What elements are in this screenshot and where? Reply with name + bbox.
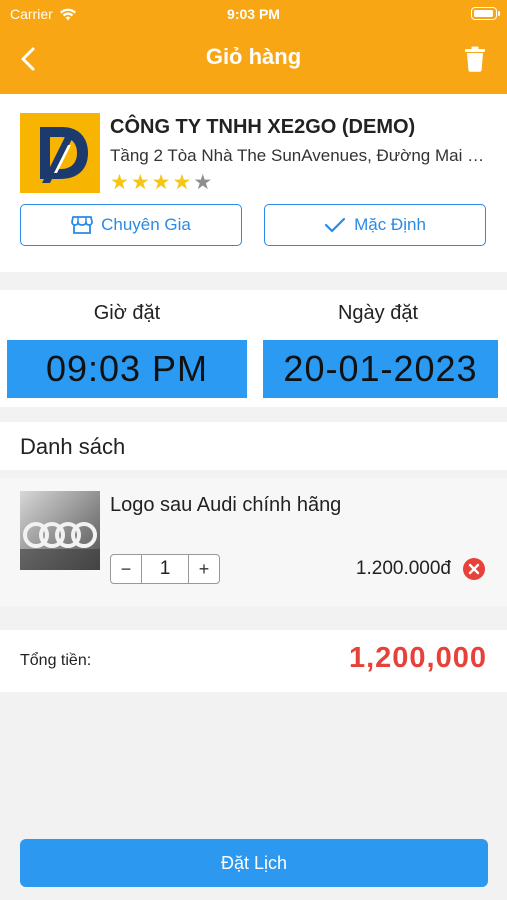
status-time: 9:03 PM xyxy=(227,6,280,22)
app-header: Carrier 9:03 PM Giỏ hàng xyxy=(0,0,507,94)
increase-quantity-button[interactable]: + xyxy=(189,555,219,583)
shop-name: CÔNG TY TNHH XE2GO (DEMO) xyxy=(110,116,416,138)
quantity-value[interactable]: 1 xyxy=(141,555,189,583)
product-name: Logo sau Audi chính hãng xyxy=(110,494,342,516)
store-icon xyxy=(71,216,94,234)
total-value: 1,200,000 xyxy=(348,642,487,674)
shop-logo-graphic xyxy=(20,113,100,193)
shop-logo xyxy=(20,113,100,193)
list-section-header: Danh sách xyxy=(0,422,507,470)
star-filled-icon: ★ xyxy=(110,171,129,194)
delete-cart-button[interactable] xyxy=(463,46,487,72)
star-filled-icon: ★ xyxy=(172,171,192,194)
total-label: Tổng tiền: xyxy=(20,652,92,669)
list-title: Danh sách xyxy=(20,434,126,459)
close-circle-icon xyxy=(463,558,485,580)
expert-button[interactable]: Chuyên Gia xyxy=(20,204,242,246)
battery-icon xyxy=(471,7,500,20)
total-bar: Tổng tiền: 1,200,000 xyxy=(0,630,507,692)
product-image xyxy=(20,491,100,570)
time-label: Giờ đặt xyxy=(93,302,161,324)
star-empty-icon: ★ xyxy=(193,171,213,194)
expert-button-label: Chuyên Gia xyxy=(101,215,191,234)
quantity-stepper: − 1 + xyxy=(110,554,220,584)
booking-time-section: Giờ đặt Ngày đặt 09:03 PM 20-01-2023 xyxy=(0,290,507,407)
star-filled-icon: ★ xyxy=(130,171,150,194)
remove-item-button[interactable] xyxy=(463,558,485,580)
star-filled-icon: ★ xyxy=(151,171,171,194)
battery-fill xyxy=(474,10,493,17)
status-bar: Carrier 9:03 PM xyxy=(0,0,507,28)
date-picker[interactable]: 20-01-2023 xyxy=(263,340,498,398)
list-item: Logo sau Audi chính hãng − 1 + 1.200.000… xyxy=(0,478,507,606)
shop-address: Tầng 2 Tòa Nhà The SunAvenues, Đường Mai… xyxy=(110,146,485,165)
audi-rings-image xyxy=(20,522,100,570)
decrease-quantity-button[interactable]: − xyxy=(111,555,141,583)
page-title: Giỏ hàng xyxy=(205,44,302,69)
default-button-label: Mặc Định xyxy=(354,215,426,234)
checkmark-icon xyxy=(324,217,346,233)
date-label: Ngày đặt xyxy=(337,302,419,324)
book-button[interactable]: Đặt Lịch xyxy=(20,839,488,887)
shop-card: CÔNG TY TNHH XE2GO (DEMO) Tầng 2 Tòa Nhà… xyxy=(0,94,507,272)
shop-rating: ★ ★ ★ ★ ★ xyxy=(110,172,212,194)
product-price: 1.200.000đ xyxy=(355,558,451,579)
trash-icon xyxy=(465,46,485,72)
time-picker[interactable]: 09:03 PM xyxy=(7,340,247,398)
default-button[interactable]: Mặc Định xyxy=(264,204,486,246)
